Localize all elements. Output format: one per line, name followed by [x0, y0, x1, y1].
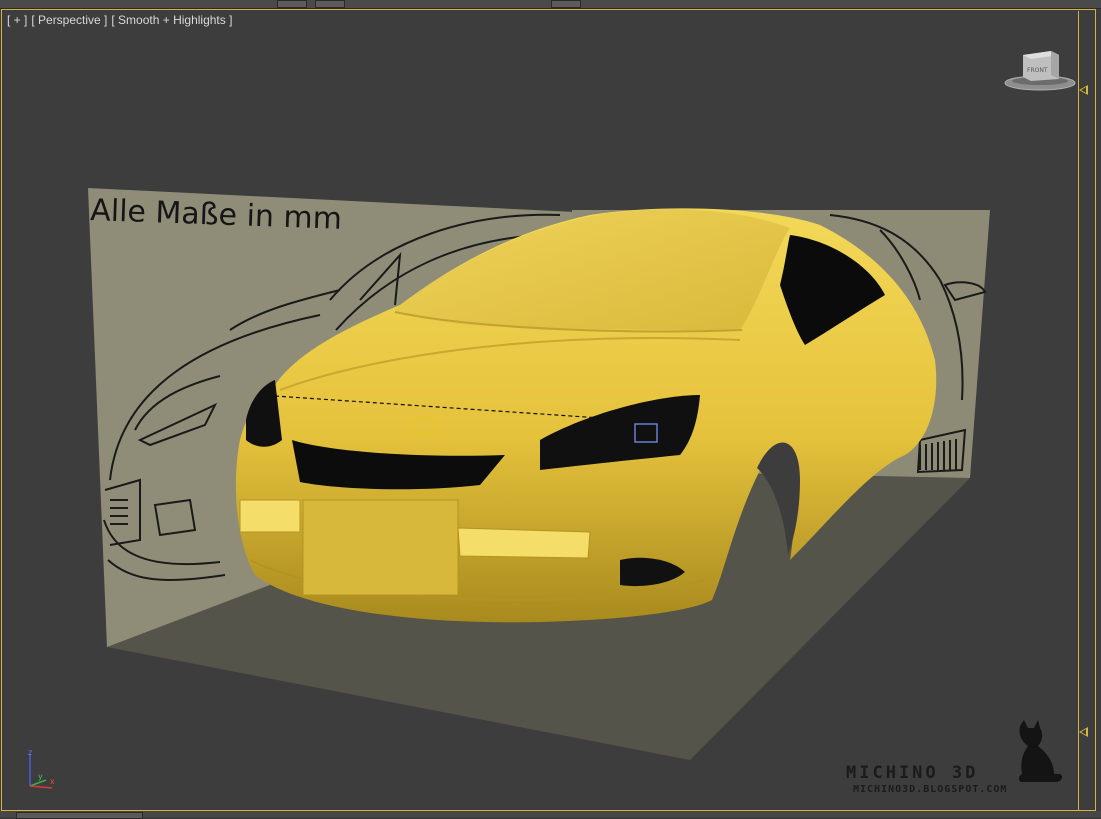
- axis-x-label: x: [50, 777, 55, 786]
- viewcube-icon[interactable]: FRONT: [1003, 45, 1079, 91]
- watermark-title: MICHINO 3D: [846, 763, 979, 783]
- bottom-status-strip: [0, 811, 1101, 817]
- axis-tripod-icon: z y x: [28, 748, 55, 789]
- bottom-control[interactable]: [16, 812, 143, 819]
- car-fog-light-right: [457, 527, 591, 559]
- axis-z-label: z: [28, 748, 32, 757]
- car-plate-recess: [302, 499, 459, 596]
- watermark-url: MICHINO3D.BLOGSPOT.COM: [853, 784, 1008, 795]
- axis-y-label: y: [38, 772, 43, 781]
- viewcube-face-label[interactable]: FRONT: [1027, 67, 1048, 74]
- viewport-right-rail: [1078, 11, 1079, 810]
- cat-silhouette-icon: [1019, 720, 1063, 782]
- triangle-marker-icon[interactable]: [1079, 727, 1088, 737]
- scene-canvas[interactable]: Alle Maße in mm: [0, 0, 1101, 817]
- car-fog-light-left: [239, 499, 301, 533]
- triangle-marker-icon[interactable]: [1079, 85, 1088, 95]
